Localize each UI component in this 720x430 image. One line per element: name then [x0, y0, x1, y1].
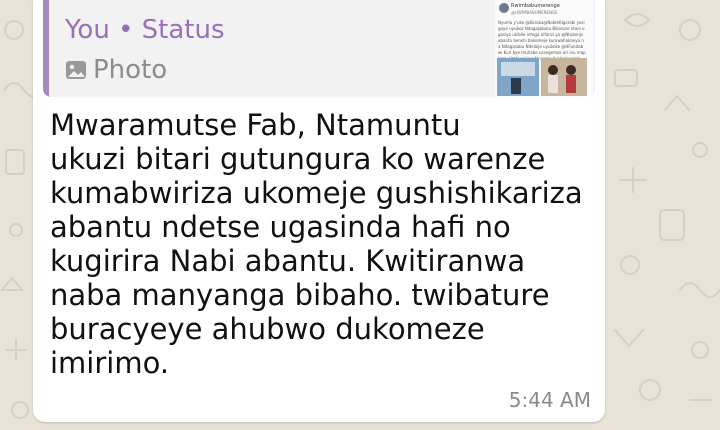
message-bubble[interactable]: You • Status Photo Rwimbabumerenge @UWIM… [33, 0, 605, 422]
quoted-sender: You • Status [65, 15, 225, 45]
thumbnail-author: Rwimbabumerenge [511, 3, 560, 9]
quote-accent-bar [43, 0, 49, 97]
message-timestamp: 5:44 AM [508, 388, 591, 412]
thumbnail-handle: @UWIMBABUMERENGE [511, 10, 558, 15]
quoted-status-reply[interactable]: You • Status Photo Rwimbabumerenge @UWIM… [43, 0, 595, 97]
thumbnail-avatar [499, 3, 509, 13]
photo-icon [66, 61, 86, 79]
message-text: Mwaramutse Fab, Ntamuntu ukuzi bitari gu… [50, 108, 583, 380]
quoted-media-label: Photo [93, 55, 168, 85]
thumbnail-text: Nyuma y'uko @Baraka@NobleKigorobi yosiga… [498, 20, 586, 61]
quoted-thumbnail[interactable]: Rwimbabumerenge @UWIMBABUMERENGE Nyuma y… [495, 0, 593, 97]
thumbnail-photo [497, 58, 587, 96]
quoted-media-type: Photo [65, 54, 167, 86]
